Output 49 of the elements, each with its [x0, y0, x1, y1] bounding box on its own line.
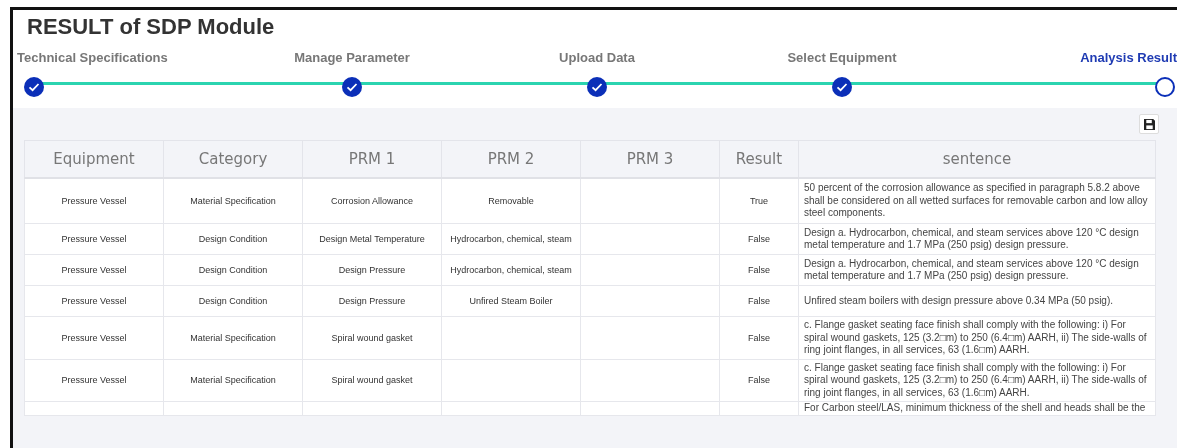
table-cell: Hydrocarbon, chemical, steam — [450, 265, 572, 275]
table-cell: c. Flange gasket seating face finish shall comply with the following: i) For spiral wound gaskets, 125 (3.2□m) to 250 (6.4□m) AARH, ii) The side-walls of ring joint flanges, in all services, 63 (1.6□m) AARH. — [804, 361, 1147, 398]
table-cell: Design Condition — [198, 296, 268, 306]
page-title: RESULT of SDP Module — [26, 13, 276, 41]
step-label[interactable]: Technical Specifications — [17, 50, 168, 65]
column-header: sentence — [798, 140, 1156, 178]
table-cell: False — [748, 296, 770, 306]
table-cell: True — [749, 196, 769, 206]
table-cell: Unfired steam boilers with design pressure above 0.34 MPa (50 psig). — [804, 294, 1114, 306]
table-cell: False — [748, 234, 770, 244]
table-cell: c. Flange gasket seating face finish shall comply with the following: i) For spiral wound gaskets, 125 (3.2□m) to 250 (6.4□m) AARH, ii) The side-walls of ring joint flanges, in all services, 63 (1.6□m) AARH. — [804, 319, 1147, 355]
step-label[interactable]: Upload Data — [559, 50, 635, 65]
table-cell: Material Specification — [190, 375, 276, 386]
table-cell: Design a. Hydrocarbon, chemical, and steam services above 120 °C design metal temperature and 1.7 MPa (250 psig) design pressure. — [804, 226, 1139, 250]
table-cell: Removable — [488, 196, 534, 206]
table-cell: Pressure Vessel — [61, 234, 127, 244]
column-header: PRM 2 — [441, 140, 581, 178]
column-header: PRM 3 — [580, 140, 720, 178]
table-cell: Design Pressure — [338, 296, 406, 306]
table-cell: Design Metal Temperature — [319, 234, 425, 244]
table-cell: Corrosion Allowance — [330, 196, 413, 206]
step-label[interactable]: Select Equipment — [787, 50, 897, 65]
table-cell: Pressure Vessel — [61, 196, 127, 206]
table-cell: 50 percent of the corrosion allowance as specified in paragraph 5.8.2 above shall be considered on all wetted surfaces for removable carbon and low alloy steel components. — [804, 182, 1148, 219]
table-cell: Pressure Vessel — [61, 375, 127, 386]
table-cell: Unfired Steam Boiler — [469, 296, 553, 306]
table-cell: Pressure Vessel — [61, 265, 127, 275]
column-header: Equipment — [24, 140, 164, 178]
column-header: Category — [163, 140, 303, 178]
table-cell: Pressure Vessel — [61, 332, 127, 343]
table-cell: Material Specification — [190, 196, 276, 206]
table-cell: Design Pressure — [338, 265, 406, 275]
table-cell: Spiral wound gasket — [331, 332, 413, 343]
column-header: PRM 1 — [302, 140, 442, 178]
table-cell: False — [748, 375, 770, 386]
table-cell: Spiral wound gasket — [331, 375, 413, 386]
table-cell: Design Condition — [198, 265, 268, 275]
table-cell: Hydrocarbon, chemical, steam — [450, 234, 572, 244]
table-cell: Design Condition — [198, 234, 268, 244]
step-label[interactable]: Analysis Result — [1080, 50, 1177, 65]
table-cell: Material Specification — [190, 332, 276, 343]
column-header: Result — [719, 140, 799, 178]
table-cell: False — [748, 332, 770, 343]
step-label[interactable]: Manage Parameter — [294, 50, 410, 65]
table-cell: False — [748, 265, 770, 275]
table-cell: Design a. Hydrocarbon, chemical, and steam services above 120 °C design metal temperature and 1.7 MPa (250 psig) design pressure. — [804, 257, 1139, 281]
table-cell: Pressure Vessel — [61, 296, 127, 306]
table-cell: For Carbon steel/LAS, minimum thickness of the shell and heads shall be the — [804, 402, 1146, 413]
save-button[interactable] — [1139, 114, 1159, 134]
